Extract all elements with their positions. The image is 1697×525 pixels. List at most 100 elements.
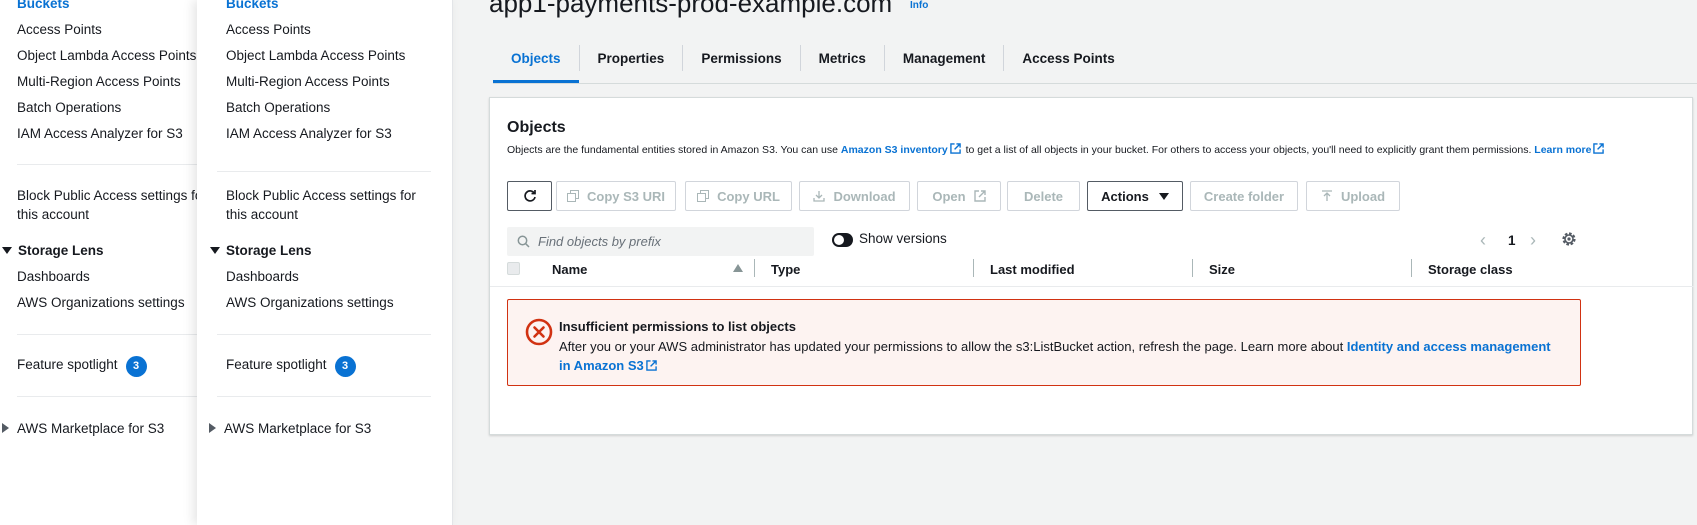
sidebar-section-storage-lens[interactable]: Storage Lens bbox=[2, 243, 104, 258]
sidebar-item-feature-spotlight[interactable]: Feature spotlight 3 bbox=[226, 356, 356, 377]
feature-spotlight-label: Feature spotlight bbox=[226, 357, 327, 372]
create-folder-label: Create folder bbox=[1203, 188, 1285, 204]
sidebar-divider bbox=[217, 334, 431, 335]
external-link-icon bbox=[1593, 143, 1605, 154]
sidebar-item-marketplace[interactable]: AWS Marketplace for S3 bbox=[2, 421, 164, 436]
delete-button[interactable]: Delete bbox=[1007, 181, 1080, 211]
copy-s3-uri-button[interactable]: Copy S3 URI bbox=[556, 181, 676, 211]
refresh-button[interactable] bbox=[507, 181, 552, 211]
page-number[interactable]: 1 bbox=[1508, 233, 1516, 248]
tab-access-points[interactable]: Access Points bbox=[1004, 45, 1132, 83]
caret-down-icon bbox=[210, 247, 220, 254]
column-separator bbox=[973, 259, 974, 277]
page-title: app1-payments-prod-example.com bbox=[489, 0, 893, 18]
search-icon bbox=[517, 235, 530, 248]
sidebar-divider bbox=[17, 396, 197, 397]
panel-description: Objects are the fundamental entities sto… bbox=[507, 142, 1637, 158]
sidebar-item-feature-spotlight[interactable]: Feature spotlight 3 bbox=[17, 356, 147, 377]
tab-permissions[interactable]: Permissions bbox=[683, 45, 799, 83]
download-icon bbox=[813, 191, 826, 202]
description-text-2: to get a list of all objects in your buc… bbox=[962, 144, 1535, 156]
error-icon bbox=[525, 318, 553, 346]
column-separator bbox=[1411, 259, 1412, 277]
column-separator bbox=[1192, 259, 1193, 277]
alert-body: After you or your AWS administrator has … bbox=[559, 337, 1559, 375]
feature-spotlight-label: Feature spotlight bbox=[17, 357, 118, 372]
sidebar-divider bbox=[217, 171, 431, 172]
sidebar-divider bbox=[217, 396, 431, 397]
sidebar-divider bbox=[17, 334, 197, 335]
column-header-last-modified[interactable]: Last modified bbox=[990, 262, 1075, 277]
download-button[interactable]: Download bbox=[799, 181, 910, 211]
caret-down-icon bbox=[1158, 192, 1169, 200]
copy-icon bbox=[566, 190, 579, 202]
panel-title: Objects bbox=[507, 119, 566, 136]
chevron-left-icon[interactable]: ‹ bbox=[1480, 231, 1486, 249]
sidebar-divider bbox=[17, 164, 197, 165]
sidebar-item-access-points[interactable]: Access Points bbox=[17, 22, 102, 37]
sidebar-item-block-public-access[interactable]: Block Public Access settings for bbox=[226, 188, 416, 203]
alert-body-text: After you or your AWS administrator has … bbox=[559, 339, 1347, 354]
learn-more-link[interactable]: Learn more bbox=[1534, 144, 1591, 156]
sidebar-item-object-lambda[interactable]: Object Lambda Access Points bbox=[17, 48, 196, 63]
select-all-checkbox[interactable] bbox=[507, 262, 520, 275]
show-versions-toggle[interactable] bbox=[832, 233, 853, 247]
sidebar-item-block-public-access-line2[interactable]: this account bbox=[226, 207, 298, 222]
tab-objects[interactable]: Objects bbox=[493, 45, 579, 83]
sidebar-item-marketplace[interactable]: AWS Marketplace for S3 bbox=[209, 421, 371, 436]
sidebar-item-access-points[interactable]: Access Points bbox=[226, 22, 311, 37]
sidebar-item-org-settings[interactable]: AWS Organizations settings bbox=[226, 295, 394, 310]
sidebar-item-dashboards[interactable]: Dashboards bbox=[226, 269, 299, 284]
objects-panel: Objects Objects are the fundamental enti… bbox=[489, 97, 1694, 435]
tab-metrics[interactable]: Metrics bbox=[801, 45, 884, 83]
column-header-size[interactable]: Size bbox=[1209, 262, 1235, 277]
sort-ascending-icon[interactable] bbox=[733, 264, 743, 272]
column-header-type[interactable]: Type bbox=[771, 262, 800, 277]
gear-icon[interactable] bbox=[1560, 230, 1578, 248]
delete-label: Delete bbox=[1023, 188, 1064, 204]
actions-dropdown[interactable]: Actions bbox=[1087, 181, 1183, 211]
column-header-storage-class[interactable]: Storage class bbox=[1428, 262, 1513, 277]
sidebar-item-buckets[interactable]: Buckets bbox=[226, 0, 279, 11]
show-versions-label: Show versions bbox=[859, 231, 947, 246]
sidebar-item-buckets[interactable]: Buckets bbox=[17, 0, 70, 11]
column-separator bbox=[754, 259, 755, 277]
caret-right-icon bbox=[2, 423, 9, 433]
sidebar-item-iam-analyzer[interactable]: IAM Access Analyzer for S3 bbox=[226, 126, 392, 141]
sidebar-item-multi-region[interactable]: Multi-Region Access Points bbox=[226, 74, 390, 89]
actions-label: Actions bbox=[1101, 188, 1149, 204]
sidebar-item-dashboards[interactable]: Dashboards bbox=[17, 269, 90, 284]
sidebar-item-org-settings[interactable]: AWS Organizations settings bbox=[17, 295, 185, 310]
column-header-name[interactable]: Name bbox=[552, 262, 587, 277]
sidebar-item-multi-region[interactable]: Multi-Region Access Points bbox=[17, 74, 181, 89]
sidebar-item-object-lambda[interactable]: Object Lambda Access Points bbox=[226, 48, 405, 63]
tabs-underline bbox=[493, 83, 1697, 84]
open-button[interactable]: Open bbox=[917, 181, 1001, 211]
inventory-link[interactable]: Amazon S3 inventory bbox=[841, 144, 948, 156]
upload-button[interactable]: Upload bbox=[1306, 181, 1400, 211]
copy-icon bbox=[697, 190, 710, 202]
description-text: Objects are the fundamental entities sto… bbox=[507, 144, 841, 156]
tab-properties[interactable]: Properties bbox=[580, 45, 683, 83]
table-header: Name Type Last modified Size Storage cla… bbox=[490, 251, 1694, 287]
alert-title: Insufficient permissions to list objects bbox=[559, 319, 796, 334]
sidebar-section-storage-lens[interactable]: Storage Lens bbox=[210, 243, 312, 258]
create-folder-button[interactable]: Create folder bbox=[1190, 181, 1298, 211]
chevron-right-icon[interactable]: › bbox=[1530, 231, 1536, 249]
sidebar-item-batch-operations[interactable]: Batch Operations bbox=[226, 100, 330, 115]
external-link-icon bbox=[645, 360, 657, 371]
notification-badge: 3 bbox=[334, 356, 356, 377]
info-link[interactable]: Info bbox=[910, 0, 928, 11]
sidebar-item-block-public-access[interactable]: Block Public Access settings for bbox=[17, 188, 207, 203]
copy-url-button[interactable]: Copy URL bbox=[685, 181, 792, 211]
sidebar-item-block-public-access-line2[interactable]: this account bbox=[17, 207, 89, 222]
search-placeholder: Find objects by prefix bbox=[538, 234, 661, 249]
sidebar-background: Buckets Access Points Object Lambda Acce… bbox=[0, 0, 207, 525]
tab-management[interactable]: Management bbox=[885, 45, 1004, 83]
external-link-icon bbox=[973, 190, 986, 202]
sidebar-item-iam-analyzer[interactable]: IAM Access Analyzer for S3 bbox=[17, 126, 183, 141]
sidebar-item-batch-operations[interactable]: Batch Operations bbox=[17, 100, 121, 115]
external-link-icon bbox=[949, 143, 961, 154]
tab-bar: Objects Properties Permissions Metrics M… bbox=[493, 45, 1133, 85]
notification-badge: 3 bbox=[125, 356, 147, 377]
